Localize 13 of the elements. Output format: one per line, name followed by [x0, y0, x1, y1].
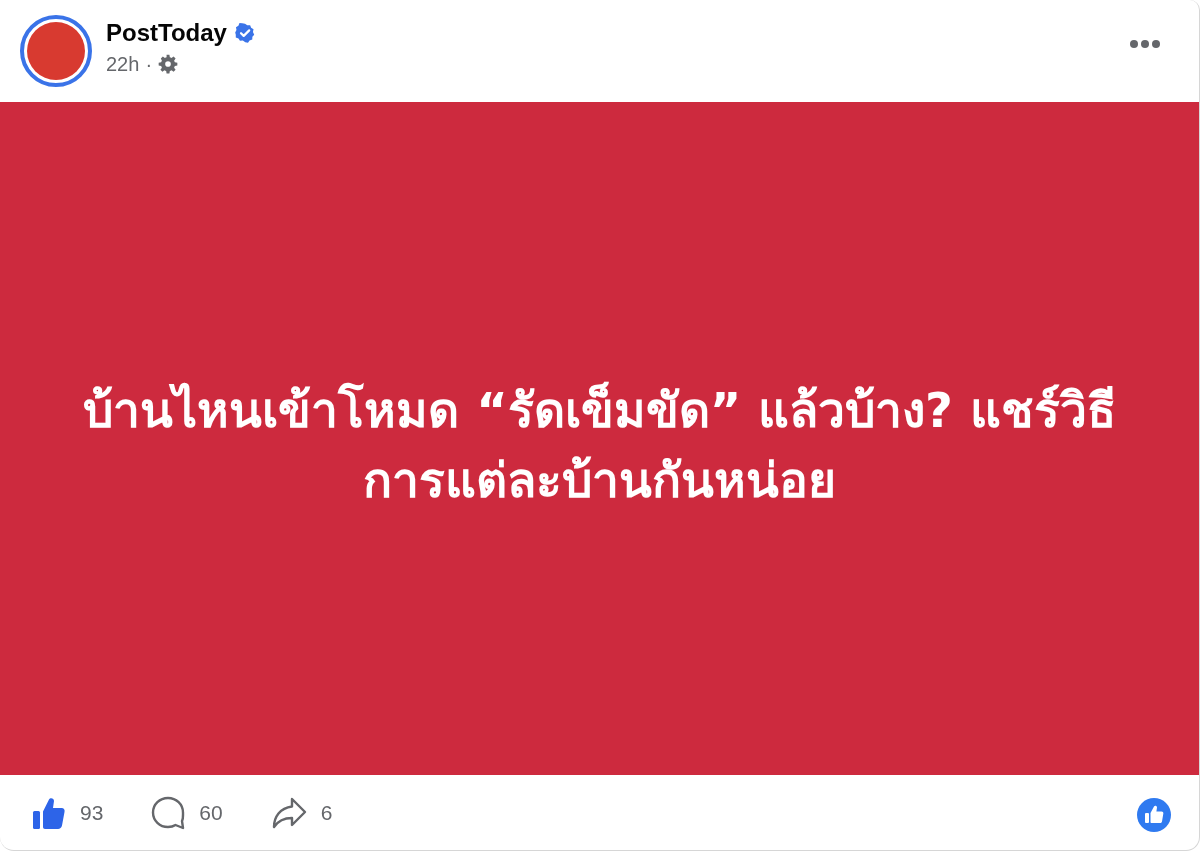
- like-reaction-icon[interactable]: [1137, 797, 1171, 832]
- thumbs-up-icon: [32, 795, 66, 830]
- post-time[interactable]: 22h: [106, 52, 140, 76]
- like-count-button[interactable]: 93: [28, 791, 108, 834]
- post-text: บ้านไหนเข้าโหมด “รัดเข็มขัด” แล้วบ้าง? แชร์วิธีการแต่ละบ้านกันหน่อย: [82, 380, 1117, 510]
- gear-icon: [158, 54, 179, 74]
- page-name[interactable]: PostToday: [106, 18, 227, 47]
- speech-bubble-icon: [151, 795, 186, 830]
- share-count-button[interactable]: 6: [266, 792, 337, 833]
- separator-dot: ·: [145, 52, 153, 76]
- comment-count-button[interactable]: 60: [147, 791, 227, 834]
- share-arrow-icon: [270, 796, 307, 829]
- more-dots-icon: [1129, 39, 1161, 49]
